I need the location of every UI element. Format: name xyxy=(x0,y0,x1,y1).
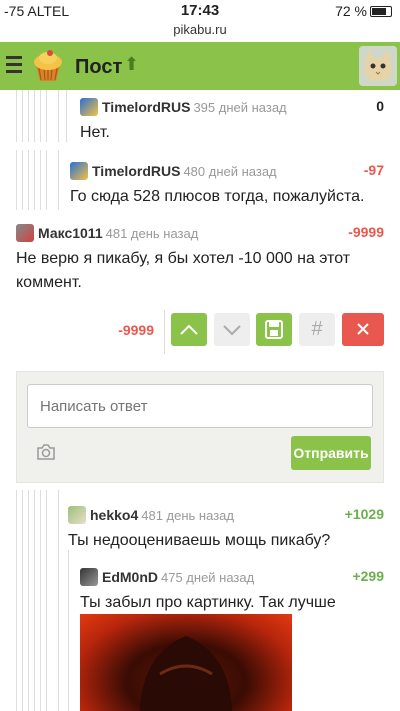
cat-avatar[interactable] xyxy=(359,46,397,86)
comment-item: EdM0nD 475 дней назад +299 Ты забыл про к… xyxy=(0,550,400,711)
comment-author[interactable]: Макс1011 xyxy=(38,225,103,241)
comment-text: Ты забыл про картинку. Так лучше xyxy=(80,594,336,611)
upvote-button[interactable] xyxy=(171,313,207,346)
upvote-chevron-icon xyxy=(180,324,198,335)
comment-text: Нет. xyxy=(80,124,110,141)
author-avatar[interactable] xyxy=(80,568,98,586)
author-avatar[interactable] xyxy=(80,98,98,116)
comment-score: 0 xyxy=(376,98,384,114)
comment-text: Не верю я пикабу, я бы хотел -10 000 на … xyxy=(16,250,351,291)
comment-author[interactable]: TimelordRUS xyxy=(92,163,180,179)
comment-time: 395 дней назад xyxy=(193,100,287,115)
comment-text: Го сюда 528 плюсов тогда, пожалуйста. xyxy=(70,188,365,205)
status-bar: -75 ALTEL 17:43 72 % xyxy=(0,0,400,22)
comment-time: 481 день назад xyxy=(105,226,199,241)
downvote-button[interactable] xyxy=(214,313,250,346)
comment-score: -97 xyxy=(363,162,384,178)
comment-score: -9999 xyxy=(348,224,384,240)
comment-item: TimelordRUS 395 дней назад 0 Нет. xyxy=(0,90,400,142)
cupcake-logo-icon[interactable] xyxy=(30,48,66,84)
attached-image[interactable] xyxy=(80,614,292,711)
comment-time: 475 дней назад xyxy=(161,570,255,585)
comment-time: 481 день назад xyxy=(141,508,234,523)
comment-score: +1029 xyxy=(344,506,384,522)
page-title: Пост xyxy=(75,56,123,78)
top-nav-bar: Пост ⬆ xyxy=(0,42,400,90)
comment-author[interactable]: hekko4 xyxy=(90,507,138,523)
vote-score: -9999 xyxy=(118,322,154,338)
author-avatar[interactable] xyxy=(68,506,86,524)
close-button[interactable] xyxy=(342,313,384,346)
comment-author[interactable]: EdM0nD xyxy=(102,569,158,585)
comment-item: Макс1011 481 день назад -9999 Не верю я п… xyxy=(0,220,400,300)
up-arrow-icon[interactable]: ⬆ xyxy=(124,54,139,75)
hash-icon: # xyxy=(311,318,323,340)
comment-item: hekko4 481 день назад +1029 Ты недооценив… xyxy=(0,490,400,550)
downvote-chevron-icon xyxy=(223,325,241,336)
author-avatar[interactable] xyxy=(16,224,34,242)
comment-score: +299 xyxy=(352,568,384,584)
save-floppy-icon xyxy=(265,320,283,339)
author-avatar[interactable] xyxy=(70,162,88,180)
camera-icon[interactable] xyxy=(36,444,56,460)
save-button[interactable] xyxy=(256,313,292,346)
address-url[interactable]: pikabu.ru xyxy=(0,22,400,37)
comment-time: 480 дней назад xyxy=(183,164,277,179)
reply-form: Отправить xyxy=(16,371,384,483)
comment-item: TimelordRUS 480 дней назад -97 Го сюда 52… xyxy=(0,150,400,210)
battery-indicator: 72 % xyxy=(335,3,392,19)
reply-input[interactable] xyxy=(27,384,373,428)
close-icon xyxy=(357,323,369,335)
hamburger-menu-icon[interactable] xyxy=(6,56,22,74)
comment-author[interactable]: TimelordRUS xyxy=(102,99,190,115)
send-button[interactable]: Отправить xyxy=(291,436,371,470)
hash-button[interactable]: # xyxy=(299,313,335,346)
battery-icon xyxy=(370,6,392,17)
